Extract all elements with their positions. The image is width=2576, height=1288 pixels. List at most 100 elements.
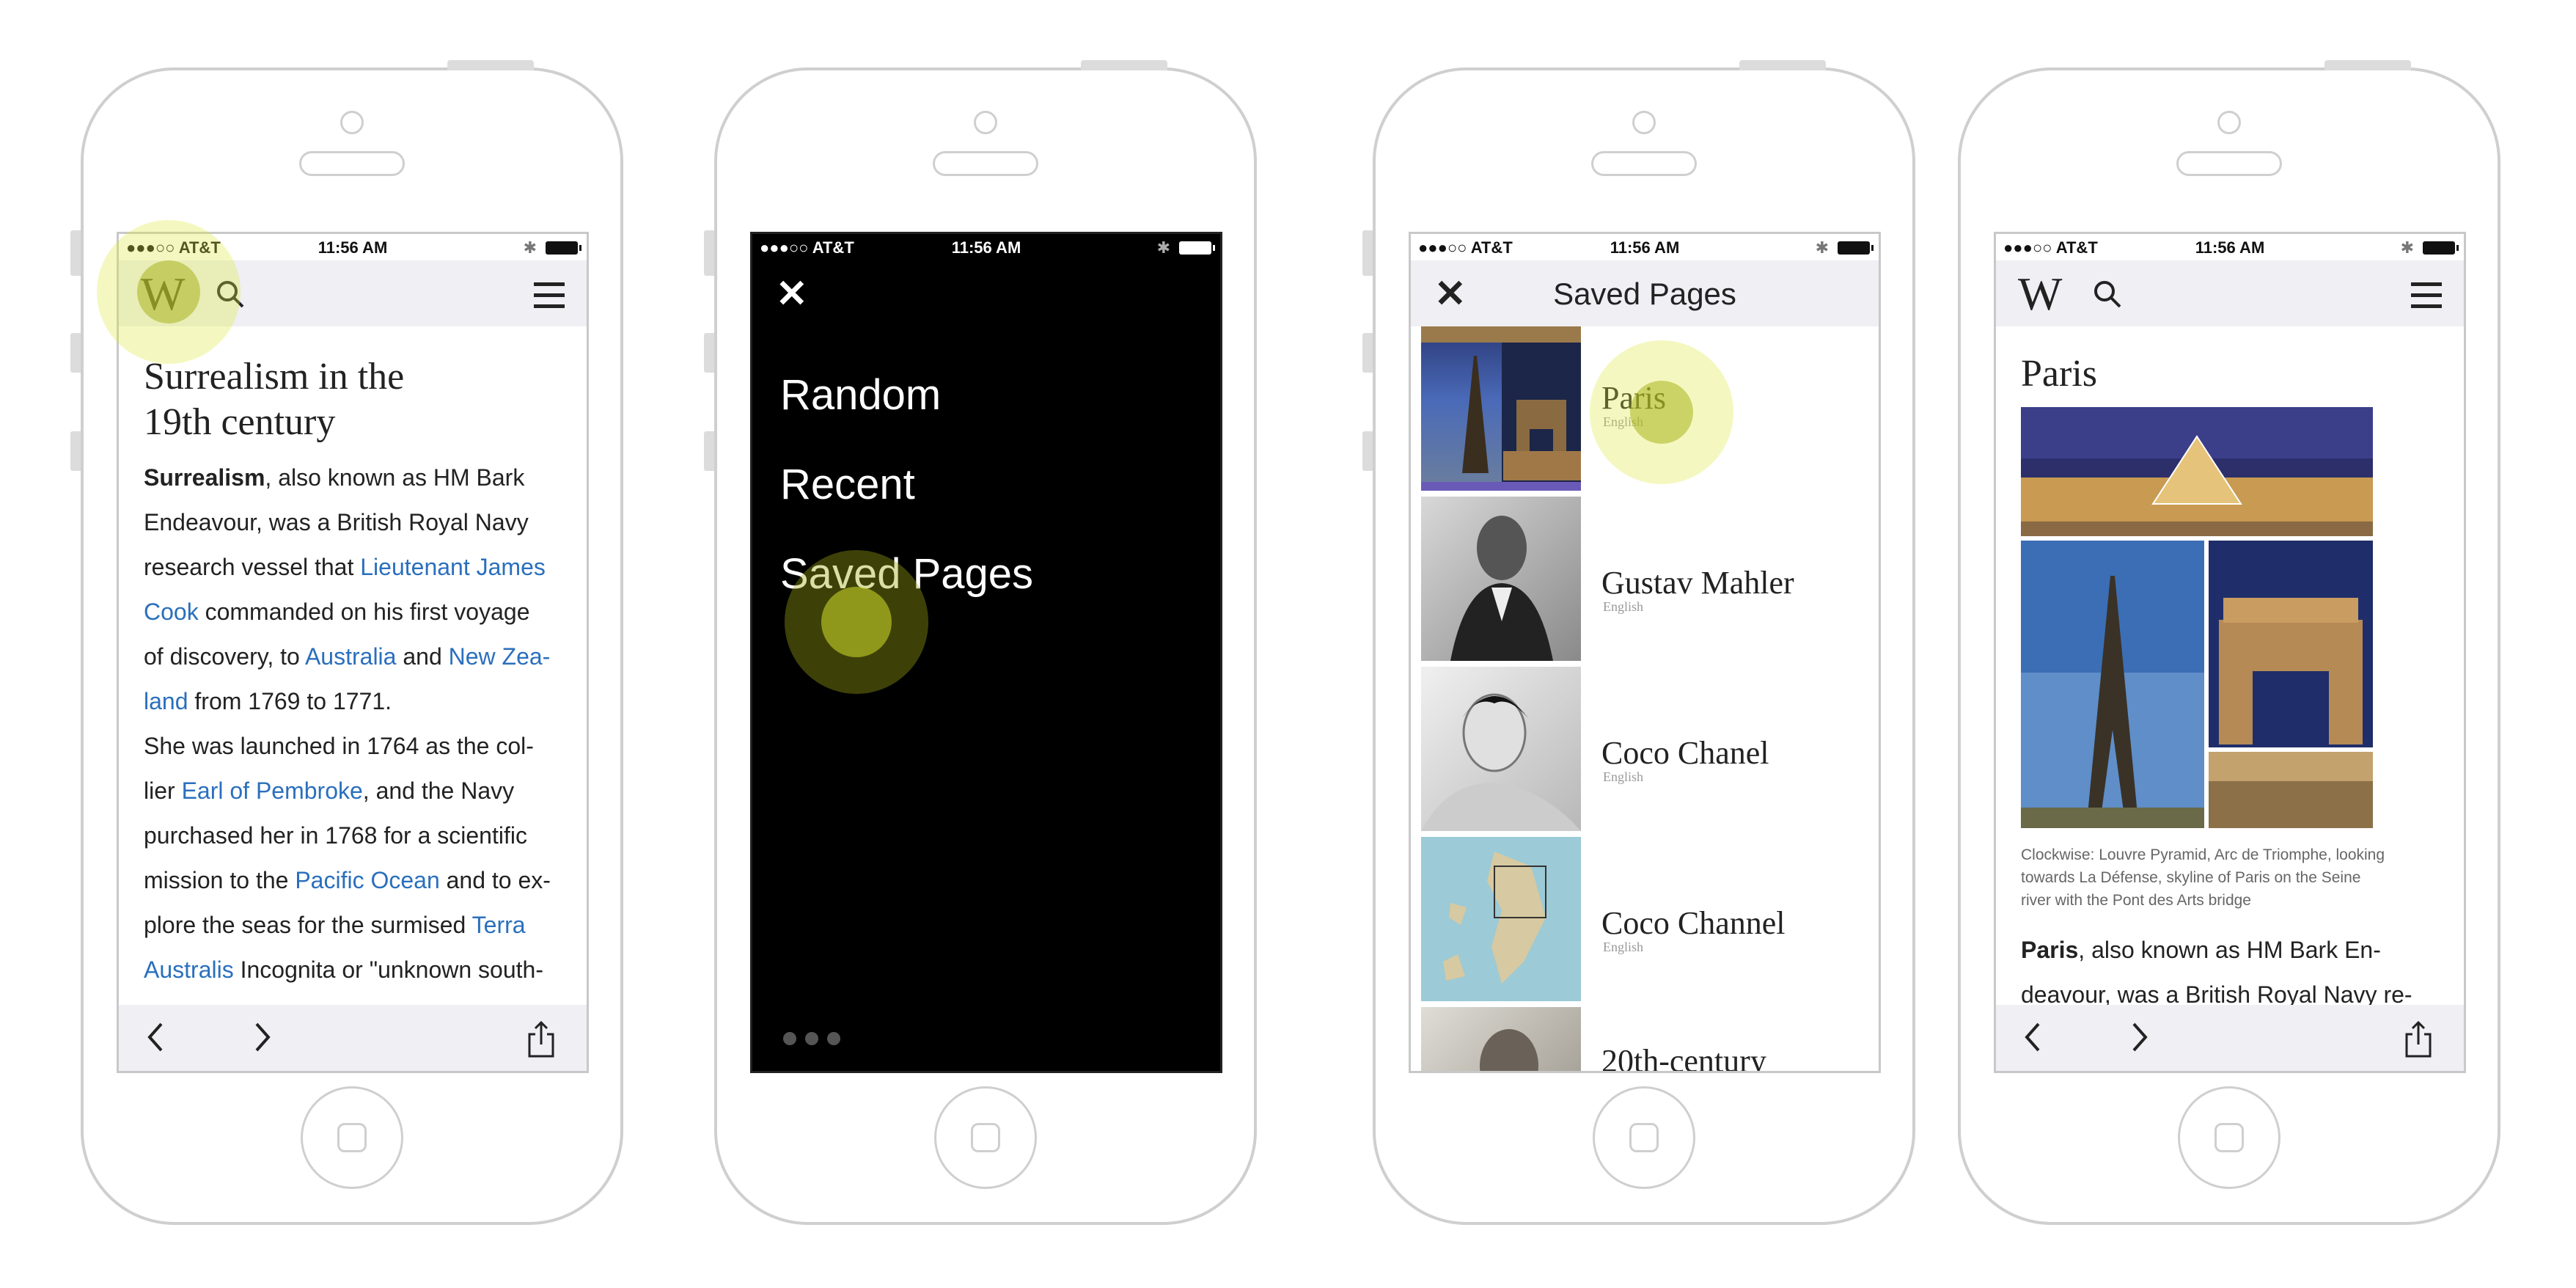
- article-title: Paris: [2021, 353, 2097, 395]
- text-run: plore the seas for the surmised: [144, 912, 472, 938]
- toolbar: [119, 1005, 587, 1071]
- article-link[interactable]: Terra: [472, 912, 526, 938]
- paris-thumbnail: [1421, 326, 1581, 491]
- menu-item-random[interactable]: Random: [780, 373, 1033, 417]
- twentieth-century-thumbnail: [1421, 1007, 1581, 1071]
- caption-line: Clockwise: Louvre Pyramid, Arc de Triomp…: [2021, 846, 2385, 863]
- article-link[interactable]: Earl of Pembroke: [182, 777, 363, 804]
- home-button[interactable]: [301, 1086, 403, 1189]
- text-run: She was launched in 1764 as the col-: [144, 733, 534, 759]
- battery-icon: [2423, 241, 2459, 255]
- saved-item-title: Coco Channel: [1601, 905, 1786, 941]
- saved-item-title: Gustav Mahler: [1601, 565, 1794, 601]
- menu-icon[interactable]: [2411, 282, 2442, 315]
- wikipedia-logo-button[interactable]: W: [2018, 271, 2062, 318]
- text-line: plore the seas for the surmised Terra: [144, 903, 566, 948]
- article-link[interactable]: Cook: [144, 599, 199, 625]
- article-link[interactable]: Pacific Ocean: [295, 867, 439, 893]
- text-line: Paris, also known as HM Bark En-: [2021, 928, 2443, 973]
- text-run: commanded on his first voyage: [198, 599, 530, 625]
- caption-line: towards La Défense, skyline of Paris on …: [2021, 869, 2361, 886]
- battery-icon: [1179, 241, 1215, 255]
- battery-icon: [546, 241, 581, 255]
- article-link[interactable]: Australia: [305, 643, 397, 670]
- search-icon[interactable]: [216, 279, 245, 309]
- text-run: purchased her in 1768 for a scientific: [144, 822, 527, 849]
- saved-item-language: English: [1603, 940, 1644, 954]
- text-run: lier: [144, 777, 182, 804]
- back-icon[interactable]: [147, 1021, 164, 1053]
- text-line: Surrealism, also known as HM Bark: [144, 455, 566, 500]
- nav-bar: ✕ Saved Pages: [1411, 260, 1879, 326]
- list-item[interactable]: Paris English: [1411, 326, 1879, 497]
- share-icon[interactable]: [526, 1021, 556, 1058]
- coco-chanel-thumbnail: [1421, 667, 1581, 831]
- text-run: deavour, was a British Royal Navy re-: [2021, 981, 2412, 1008]
- bluetooth-icon: ✱: [1815, 238, 1829, 257]
- article-title: Surrealism in the 19th century: [144, 356, 405, 443]
- saved-item-language: English: [1603, 769, 1644, 784]
- text-line: Endeavour, was a British Royal Navy: [144, 500, 566, 545]
- article-body: Paris Clockwise: Louvre Pyramid, Arc de …: [2021, 326, 2443, 1017]
- text-line: mission to the Pacific Ocean and to ex-: [144, 858, 566, 903]
- phone-frame-2: ●●●○○ AT&T 11:56 AM ✱ ✕ Random Recent Sa…: [704, 60, 1257, 1225]
- menu-icon[interactable]: [534, 282, 565, 315]
- clock: 11:56 AM: [951, 238, 1021, 257]
- article-link[interactable]: New Zea-: [449, 643, 551, 670]
- home-button[interactable]: [934, 1086, 1037, 1189]
- text-line: She was launched in 1764 as the col-: [144, 724, 566, 769]
- back-icon[interactable]: [2024, 1021, 2041, 1053]
- toolbar: [1996, 1005, 2464, 1071]
- saved-item-language: English: [1603, 599, 1644, 614]
- phone-frame-3: ●●●○○ AT&T 11:56 AM ✱ ✕ Saved Pages Pari…: [1362, 60, 1915, 1225]
- text-line: Cook commanded on his first voyage: [144, 590, 566, 634]
- share-icon[interactable]: [2404, 1021, 2433, 1058]
- text-run: , also known as HM Bark: [265, 464, 525, 491]
- article-link[interactable]: land: [144, 688, 188, 714]
- clock: 11:56 AM: [2195, 238, 2265, 257]
- page-title: Saved Pages: [1553, 277, 1736, 311]
- bold-term: Paris: [2021, 937, 2079, 963]
- article-screen: ●●●○○ AT&T 11:56 AM ✱ W Surrealism in th…: [117, 232, 589, 1073]
- phone-frame-1: ●●●○○ AT&T 11:56 AM ✱ W Surrealism in th…: [70, 60, 623, 1225]
- list-item[interactable]: 20th-century: [1411, 1007, 1879, 1071]
- forward-icon[interactable]: [254, 1021, 271, 1053]
- list-item[interactable]: Coco Chanel English: [1411, 667, 1879, 837]
- status-bar: ●●●○○ AT&T 11:56 AM ✱: [1996, 234, 2464, 260]
- text-line: of discovery, to Australia and New Zea-: [144, 634, 566, 679]
- menu-item-saved-pages[interactable]: Saved Pages: [780, 552, 1033, 596]
- battery-icon: [1838, 241, 1874, 255]
- text-run: Endeavour, was a British Royal Navy: [144, 509, 529, 535]
- text-run: of discovery, to: [144, 643, 305, 670]
- text-run: and: [396, 643, 449, 670]
- forward-icon[interactable]: [2131, 1021, 2148, 1053]
- search-icon[interactable]: [2093, 279, 2122, 309]
- article-text: Surrealism, also known as HM Bark Endeavo…: [144, 455, 566, 992]
- bluetooth-icon: ✱: [1156, 238, 1170, 257]
- page-indicator: [783, 1032, 849, 1049]
- gustav-mahler-thumbnail: [1421, 497, 1581, 661]
- text-run: from 1769 to 1771.: [188, 688, 392, 714]
- home-button[interactable]: [1593, 1086, 1695, 1189]
- status-bar: ●●●○○ AT&T 11:56 AM ✱: [119, 234, 587, 260]
- article-link[interactable]: Lieutenant James: [360, 554, 546, 580]
- saved-item-language: English: [1603, 414, 1644, 429]
- text-run: mission to the: [144, 867, 296, 893]
- list-item[interactable]: Gustav Mahler English: [1411, 497, 1879, 667]
- close-icon[interactable]: ✕: [776, 275, 808, 313]
- menu-item-recent[interactable]: Recent: [780, 463, 1033, 507]
- bluetooth-icon: ✱: [2400, 238, 2414, 257]
- text-run: , and the Navy: [362, 777, 515, 804]
- article-link[interactable]: Australis: [144, 956, 234, 983]
- saved-pages-screen: ●●●○○ AT&T 11:56 AM ✱ ✕ Saved Pages Pari…: [1409, 232, 1881, 1073]
- saved-pages-list: Paris English Gustav Mahler English Coco…: [1411, 326, 1879, 1071]
- article-text: Paris, also known as HM Bark En-deavour,…: [2021, 928, 2443, 1017]
- nav-bar: W: [119, 260, 587, 326]
- saved-item-title: Coco Chanel: [1601, 735, 1769, 771]
- wikipedia-logo-button[interactable]: W: [141, 271, 185, 318]
- list-item[interactable]: Coco Channel English: [1411, 837, 1879, 1007]
- home-button[interactable]: [2178, 1086, 2280, 1189]
- coco-channel-thumbnail: [1421, 837, 1581, 1001]
- nav-bar: W: [1996, 260, 2464, 326]
- clock: 11:56 AM: [1610, 238, 1680, 257]
